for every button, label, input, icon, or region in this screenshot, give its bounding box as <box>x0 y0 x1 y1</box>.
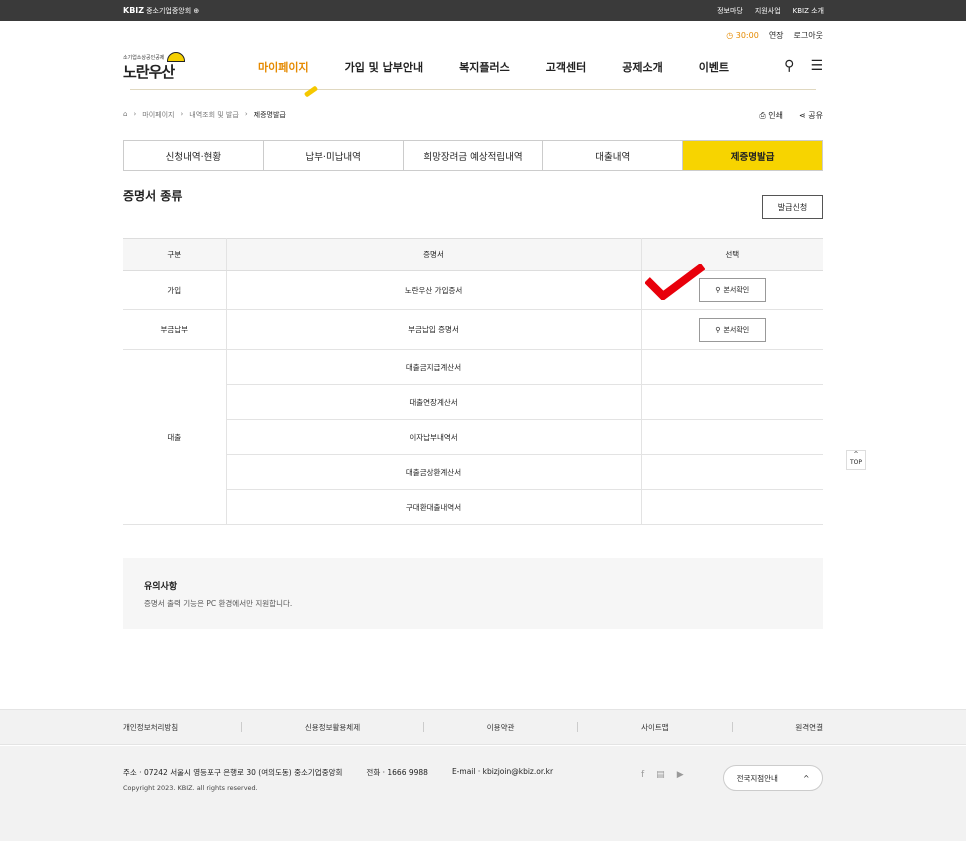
footer-link[interactable]: 사이트맵 <box>641 722 669 733</box>
top-link[interactable]: KBIZ 소개 <box>793 7 824 15</box>
col-header: 구분 <box>123 238 227 271</box>
view-button[interactable]: ⚲ 본서확인 <box>698 278 766 302</box>
print-label: 인쇄 <box>768 111 784 120</box>
breadcrumb: ⌂ › 마이페이지 › 내역조회 및 발급 › 제증명발급 <box>123 110 286 120</box>
share-icon: ⋖ <box>799 111 806 120</box>
crumb-current: 제증명발급 <box>253 111 286 119</box>
print-icon: ⎙ <box>759 111 766 120</box>
footer-phone: 전화 · 1666 9988 <box>366 768 428 777</box>
nav-join[interactable]: 가입 및 납부안내 <box>345 59 424 75</box>
section-title: 증명서 종류 <box>123 189 183 203</box>
certificate-table: 구분 증명서 선택 가입 노란우산 가입증서 ⚲ 본서확인 부금납부 부금납입 증명서 ⚲ 본서… <box>123 238 823 525</box>
tab-payments[interactable]: 납부·미납내역 <box>264 141 404 170</box>
search-icon: ⚲ <box>715 325 721 334</box>
kbiz-name: 중소기업중앙회 <box>146 6 192 15</box>
table-row: 대출금상환계산서 <box>123 454 823 490</box>
checkmark-annotation-icon <box>645 264 705 300</box>
share-button[interactable]: ⋖ 공유 <box>799 110 823 121</box>
session-timer: ◷ 30:00 <box>726 31 759 40</box>
top-label: TOP <box>849 459 862 466</box>
menu-icon[interactable]: ☰ <box>810 58 823 74</box>
sub-tabs: 신청내역·현황 납부·미납내역 희망장려금 예상적립내역 대출내역 제증명발급 <box>123 140 823 171</box>
kbiz-logo: KBIZ <box>123 5 145 15</box>
extend-button[interactable]: 연장 <box>769 30 784 41</box>
nav-welfare[interactable]: 복지플러스 <box>459 59 510 75</box>
row-certificate: 이자납부내역서 <box>226 419 642 455</box>
share-label: 공유 <box>808 111 823 120</box>
top-link[interactable]: 정보마당 <box>717 7 743 15</box>
footer-address: 주소 · 07242 서울시 영등포구 은행로 30 (여의도동) 중소기업중앙… <box>123 768 343 777</box>
umbrella-icon <box>167 52 185 62</box>
active-indicator <box>303 85 319 98</box>
tab-loans[interactable]: 대출내역 <box>543 141 684 170</box>
tab-incentive[interactable]: 희망장려금 예상적립내역 <box>404 141 544 170</box>
chevron-up-icon: ^ <box>803 773 810 783</box>
row-group: 부금납부 <box>123 309 227 350</box>
row-certificate: 대출금상환계산서 <box>226 454 642 490</box>
nav-customer[interactable]: 고객센터 <box>546 59 586 75</box>
crumb-item[interactable]: 내역조회 및 발급 <box>189 110 239 120</box>
copyright: Copyright 2023. KBIZ. all rights reserve… <box>123 784 258 792</box>
table-row: 이자납부내역서 <box>123 419 823 455</box>
notice-title: 유의사항 <box>144 582 178 592</box>
row-certificate: 노란우산 가입증서 <box>226 270 642 310</box>
footer-nav: 개인정보처리방침 신용정보활용체제 이용약관 사이트맵 원격연결 <box>0 709 966 745</box>
table-row: 가입 노란우산 가입증서 ⚲ 본서확인 <box>123 270 823 310</box>
nav-about[interactable]: 공제소개 <box>622 59 662 75</box>
footer: 주소 · 07242 서울시 영등포구 은행로 30 (여의도동) 중소기업중앙… <box>0 746 966 841</box>
crumb-item[interactable]: 마이페이지 <box>142 110 174 120</box>
logout-button[interactable]: 로그아웃 <box>794 30 823 41</box>
footer-email: E-mail · kbizjoin@kbiz.or.kr <box>451 767 554 776</box>
issue-request-button[interactable]: 발급신청 <box>762 195 823 219</box>
home-icon[interactable]: ⌂ <box>123 110 127 120</box>
table-row: 대출 대출금지급계산서 <box>123 349 823 525</box>
search-icon[interactable]: ⚲ <box>784 58 794 74</box>
row-group: 가입 <box>123 270 227 310</box>
view-button[interactable]: ⚲ 본서확인 <box>698 317 766 342</box>
nav-divider <box>130 89 816 90</box>
tab-certificates[interactable]: 제증명발급 <box>683 141 822 170</box>
logo-title: 노란우산 <box>123 63 175 81</box>
table-row: 구대환대출내역서 <box>123 489 823 525</box>
row-certificate: 대출연장계산서 <box>226 384 642 420</box>
scroll-top-button[interactable]: ^ TOP <box>846 450 866 470</box>
session-util: ◷ 30:00 연장 로그아웃 <box>726 30 823 41</box>
branch-label: 전국지점안내 <box>736 773 778 783</box>
nav-event[interactable]: 이벤트 <box>699 59 729 75</box>
footer-link[interactable]: 원격연결 <box>795 722 823 733</box>
footer-link[interactable]: 개인정보처리방침 <box>123 722 178 733</box>
main-nav: 마이페이지 가입 및 납부안내 복지플러스 고객센터 공제소개 이벤트 <box>258 59 765 75</box>
notice-text: 증명서 출력 기능은 PC 환경에서만 지원합니다. <box>144 599 293 608</box>
table-row: 대출연장계산서 <box>123 384 823 420</box>
print-button[interactable]: ⎙ 인쇄 <box>759 110 783 121</box>
notice-box: 유의사항 증명서 출력 기능은 PC 환경에서만 지원합니다. <box>123 558 823 629</box>
col-header: 증명서 <box>226 238 642 271</box>
kbiz-brand[interactable]: KBIZ 중소기업중앙회 ⊕ <box>123 6 199 16</box>
branch-dropdown[interactable]: 전국지점안내 ^ <box>723 765 823 791</box>
row-group: 대출 <box>123 349 227 525</box>
tab-applications[interactable]: 신청내역·현황 <box>124 141 264 170</box>
blog-icon[interactable]: ▤ <box>656 770 665 780</box>
top-link[interactable]: 지원사업 <box>755 7 781 15</box>
view-label: 본서확인 <box>723 286 750 294</box>
row-certificate: 부금납입 증명서 <box>226 309 642 350</box>
table-row: 부금납부 부금납입 증명서 ⚲ 본서확인 <box>123 309 823 350</box>
view-label: 본서확인 <box>723 325 750 334</box>
site-logo[interactable]: 소기업소상공인공제 노란우산 <box>123 52 185 82</box>
top-bar: KBIZ 중소기업중앙회 ⊕ 정보마당 지원사업 KBIZ 소개 <box>0 0 966 21</box>
row-certificate: 대출금지급계산서 <box>226 349 642 385</box>
facebook-icon[interactable]: f <box>641 770 644 780</box>
timer-value: 30:00 <box>735 31 759 40</box>
search-icon: ⚲ <box>715 286 721 294</box>
footer-link[interactable]: 신용정보활용체제 <box>305 722 360 733</box>
footer-link[interactable]: 이용약관 <box>487 722 515 733</box>
youtube-icon[interactable]: ▶ <box>677 770 684 780</box>
row-certificate: 구대환대출내역서 <box>226 489 642 525</box>
nav-mypage[interactable]: 마이페이지 <box>258 59 309 75</box>
